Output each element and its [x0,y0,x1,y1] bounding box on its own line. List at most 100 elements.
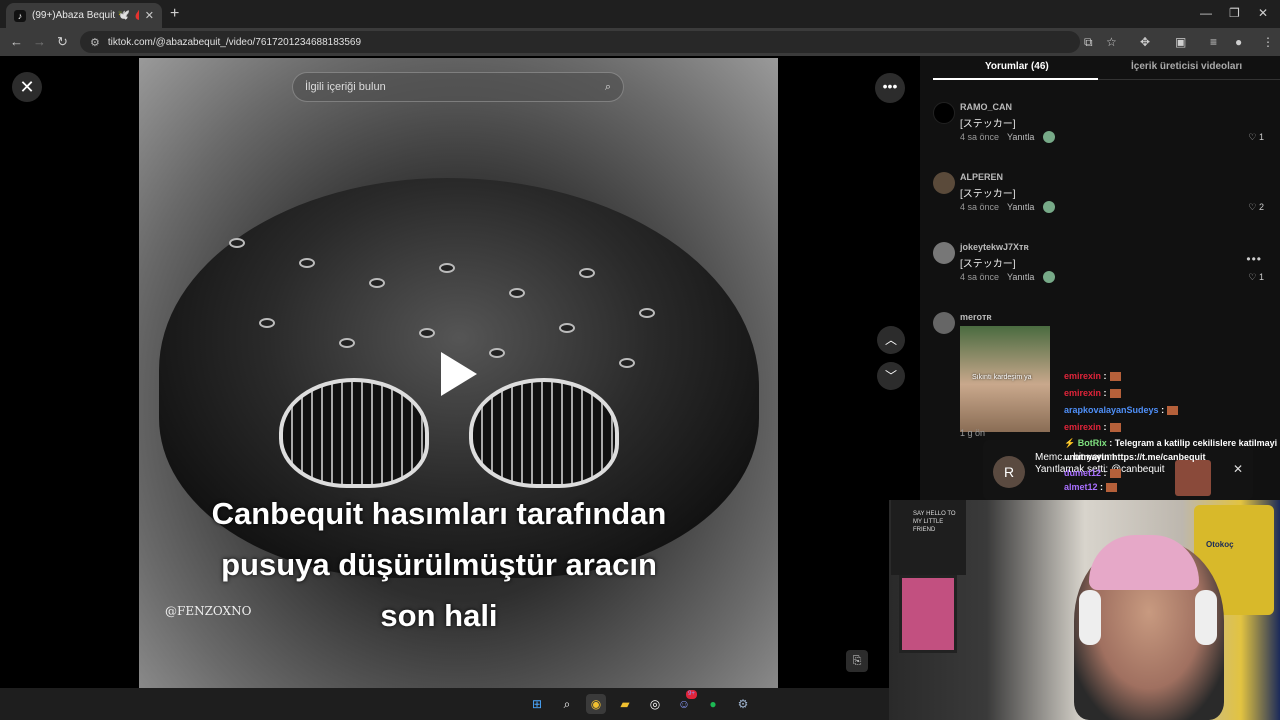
search-icon[interactable]: ⌕ [605,81,611,94]
comment-username[interactable]: meroᴛʀ [960,312,992,322]
bot-chat-message: ⚡ BotRix : Telegram a katilip cekilisler… [1064,436,1280,494]
play-icon[interactable] [441,352,477,396]
forward-icon[interactable]: → [33,34,46,49]
reply-button[interactable]: Yanıtla [1007,202,1034,212]
back-icon[interactable]: ← [10,34,23,49]
video-frame-detail [579,268,595,278]
bot-username: BotRix [1077,438,1107,448]
comment-more-icon[interactable]: ••• [1246,252,1262,266]
emoji-reaction-icon[interactable] [1043,271,1055,283]
split-view-icon[interactable]: ▣ [1175,35,1186,49]
reload-icon[interactable]: ↻ [57,34,68,50]
site-info-icon[interactable]: ⚙ [90,36,100,49]
video-frame-detail [419,328,435,338]
comment-item: RAMO_CAN [ステッカー] 4 sa önce Yanıtla ♡ 1 [933,102,1280,162]
windows-start-icon[interactable]: ⊞ [527,694,547,714]
chat-username: dumet12 [1064,468,1102,478]
clipboard-icon[interactable]: ⎘ [846,650,868,672]
webcam-shirt: SAY HELLO TO MY LITTLE FRIEND [891,500,966,575]
restore-icon[interactable]: ❐ [1229,6,1240,20]
chat-separator: : [1103,388,1107,398]
bot-icon: ⚡ [1064,438,1076,448]
avatar[interactable] [933,242,955,264]
address-bar[interactable]: ⚙ tiktok.com/@abazabequit_/video/7617201… [80,31,1080,53]
like-button[interactable]: ♡ 1 [1248,132,1264,143]
video-frame-detail [299,258,315,268]
tab-close-icon[interactable]: ✕ [145,9,154,22]
video-frame-grille-right [469,378,619,488]
browser-tab[interactable]: ♪ (99+)Abaza Bequit 🕊️ 🩸 (@ab ✕ [6,3,162,28]
emote-icon [1109,372,1121,382]
avatar[interactable] [933,102,955,124]
emote-icon [1106,483,1118,493]
chat-username: emirexin [1064,371,1102,381]
chat-separator: : [1100,482,1104,492]
new-tab-button[interactable]: + [170,5,179,23]
comment-sticker-image[interactable]: Sıkıntı kardeşim ya [960,326,1050,432]
heart-icon: ♡ [1248,132,1257,142]
install-app-icon[interactable]: ⧉ [1084,35,1093,50]
video-watermark: @FENZOXNO [165,604,252,618]
minimize-icon[interactable]: — [1200,6,1212,20]
search-icon[interactable]: ⌕ [557,694,577,714]
video-frame-detail [509,288,525,298]
close-video-button[interactable]: ✕ [12,72,42,102]
chat-separator: : [1103,371,1107,381]
like-button[interactable]: ♡ 2 [1248,202,1264,213]
video-frame-detail [339,338,355,348]
comment-username[interactable]: jokeytekwJ7Xᴛʀ [960,242,1029,252]
comment-username[interactable]: ALPEREN [960,172,1003,182]
extensions-icon[interactable]: ✥ [1140,35,1150,49]
streamer-cap [1089,535,1199,590]
file-explorer-icon[interactable]: ▰ [615,694,635,714]
chat-line: arapkovalayanSudeys : [1064,402,1280,419]
webcam-overlay: SAY HELLO TO MY LITTLE FRIEND Otokoç [889,500,1280,720]
video-frame-detail [439,263,455,273]
chrome-icon[interactable]: ◉ [586,694,606,714]
browser-menu-icon[interactable]: ⋮ [1262,35,1274,49]
tab-title: (99+)Abaza Bequit 🕊️ 🩸 (@ab [32,10,139,21]
bookmark-star-icon[interactable]: ☆ [1106,35,1117,49]
discord-icon[interactable]: ☺ 9+ [674,690,697,714]
reply-button[interactable]: Yanıtla [1007,272,1034,282]
webcam-poster [899,575,957,653]
comment-text: [ステッカー] [960,119,1016,130]
tab-creator-videos[interactable]: İçerik üreticisi videoları [1131,61,1242,72]
emoji-reaction-icon[interactable] [1043,201,1055,213]
spotify-icon[interactable]: ● [703,694,723,714]
screen: ♪ (99+)Abaza Bequit 🕊️ 🩸 (@ab ✕ + — ❐ ✕ … [0,0,1280,720]
settings-icon[interactable]: ⚙ [733,694,753,714]
like-count: 1 [1258,272,1264,282]
related-content-search[interactable]: İlgili içeriği bulun ⌕ [292,72,624,102]
profile-avatar-icon[interactable]: ● [1235,35,1242,49]
tab-comments[interactable]: Yorumlar (46) [985,61,1049,72]
chat-username: emirexin [1064,422,1102,432]
avatar[interactable] [933,312,955,334]
next-video-button[interactable]: ﹀ [877,362,905,390]
shirt-text: SAY HELLO TO MY LITTLE FRIEND [913,511,956,533]
comment-text: [ステッカー] [960,189,1016,200]
comment-username[interactable]: RAMO_CAN [960,102,1012,112]
emote-icon [1109,389,1121,399]
video-frame-detail [369,278,385,288]
url-text: tiktok.com/@abazabequit_/video/761720123… [107,36,361,48]
heart-icon: ♡ [1248,202,1257,212]
media-controls-icon[interactable]: ≡ [1210,35,1217,49]
emote-icon [1167,406,1179,416]
window-close-icon[interactable]: ✕ [1258,6,1268,20]
obs-icon[interactable]: ◎ [645,694,665,714]
previous-video-button[interactable]: ︿ [877,326,905,354]
video-player[interactable]: İlgili içeriği bulun ⌕ Canbequit hasımla… [139,58,778,688]
emoji-reaction-icon[interactable] [1043,131,1055,143]
like-count: 2 [1258,202,1264,212]
comment-time: 4 sa önce [960,202,1000,212]
reply-button[interactable]: Yanıtla [1007,132,1034,142]
tiktok-icon: ♪ [14,9,26,22]
like-button[interactable]: ♡ 1 [1248,272,1264,283]
video-frame-detail [229,238,245,248]
video-frame-detail [619,358,635,368]
comments-tabs: Yorumlar (46) İçerik üreticisi videoları [933,56,1280,80]
chat-separator: : [1161,405,1165,415]
more-options-button[interactable]: ••• [875,73,905,103]
avatar[interactable] [933,172,955,194]
